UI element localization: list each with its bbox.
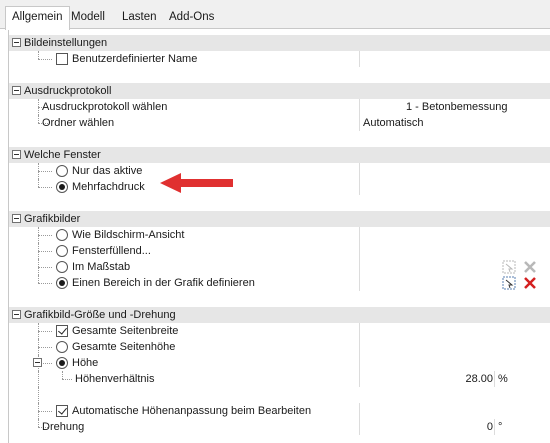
wie-bildschirm-radio[interactable] <box>56 229 68 241</box>
wie-bildschirm-label: Wie Bildschirm-Ansicht <box>72 229 185 241</box>
collapse-icon[interactable] <box>12 214 21 223</box>
row-hoehenverhaeltnis: Höhenverhältnis 28.00 % <box>9 371 550 387</box>
drehung-label: Drehung <box>42 421 85 433</box>
section-welche-fenster[interactable]: Welche Fenster <box>9 147 550 163</box>
folder-select[interactable]: Automatisch <box>363 115 424 131</box>
mehrfachdruck-label: Mehrfachdruck <box>72 181 145 193</box>
collapse-icon[interactable] <box>12 86 21 95</box>
collapse-icon[interactable] <box>12 38 21 47</box>
collapse-icon[interactable] <box>33 358 42 367</box>
im-massstab-radio[interactable] <box>56 261 68 273</box>
nur-aktive-radio[interactable] <box>56 165 68 177</box>
tab-modell[interactable]: Modell <box>64 6 112 29</box>
hoehenverhaeltnis-unit: % <box>498 373 508 385</box>
hoehenverhaeltnis-label: Höhenverhältnis <box>75 373 155 385</box>
mehrfachdruck-radio[interactable] <box>56 181 68 193</box>
hoehe-radio[interactable] <box>56 357 68 369</box>
section-grafikbilder[interactable]: Grafikbilder <box>9 211 550 227</box>
row-im-massstab: Im Maßstab <box>9 259 550 275</box>
hoehe-label: Höhe <box>72 357 99 369</box>
tab-bar: Allgemein Modell Lasten Add-Ons <box>0 0 550 30</box>
select-area-icon[interactable] <box>502 276 516 290</box>
custom-name-label: Benutzerdefinierter Name <box>72 53 198 65</box>
seitenhoehe-label: Gesamte Seitenhöhe <box>72 341 176 353</box>
delete-icon[interactable] <box>523 276 537 290</box>
tab-lasten[interactable]: Lasten <box>115 6 164 29</box>
collapse-icon[interactable] <box>12 150 21 159</box>
settings-panel: Bildeinstellungen Benutzerdefinierter Na… <box>8 30 550 443</box>
nur-aktive-label: Nur das aktive <box>72 165 143 177</box>
row-fensterfuellend: Fensterfüllend... <box>9 243 550 259</box>
red-arrow-annotation-icon <box>160 173 233 193</box>
protocol-label: Ausdruckprotokoll wählen <box>42 101 168 113</box>
row-bereich-definieren: Einen Bereich in der Grafik definieren <box>9 275 550 291</box>
custom-name-checkbox[interactable] <box>56 53 68 65</box>
tab-add-ons[interactable]: Add-Ons <box>162 6 221 29</box>
select-area-icon-disabled <box>502 260 516 274</box>
row-mehrfachdruck: Mehrfachdruck <box>9 179 550 195</box>
tab-allgemein[interactable]: Allgemein <box>5 6 70 30</box>
section-groesse-drehung[interactable]: Grafikbild-Größe und -Drehung <box>9 307 550 323</box>
auto-hoehe-label: Automatische Höhenanpassung beim Bearbei… <box>72 405 312 417</box>
row-seitenhoehe: Gesamte Seitenhöhe <box>9 339 550 355</box>
section-bildeinstellungen[interactable]: Bildeinstellungen <box>9 35 550 51</box>
seitenbreite-checkbox[interactable] <box>56 325 68 337</box>
folder-label: Ordner wählen <box>42 117 115 129</box>
row-protocol: Ausdruckprotokoll wählen 1 - Betonbemess… <box>9 99 550 115</box>
protocol-select[interactable]: 1 - Betonbemessung <box>406 99 508 115</box>
delete-icon-disabled <box>524 261 536 273</box>
hoehenverhaeltnis-input[interactable]: 28.00 <box>465 371 493 387</box>
row-nur-aktive: Nur das aktive <box>9 163 550 179</box>
fensterfuellend-label: Fensterfüllend... <box>72 245 151 257</box>
drehung-input[interactable]: 0 <box>487 419 493 435</box>
seitenhoehe-radio[interactable] <box>56 341 68 353</box>
seitenbreite-label: Gesamte Seitenbreite <box>72 325 179 337</box>
bereich-definieren-radio[interactable] <box>56 277 68 289</box>
row-folder: Ordner wählen Automatisch <box>9 115 550 131</box>
im-massstab-label: Im Maßstab <box>72 261 131 273</box>
bereich-definieren-label: Einen Bereich in der Grafik definieren <box>72 277 255 289</box>
row-auto-hoehe: Automatische Höhenanpassung beim Bearbei… <box>9 403 550 419</box>
collapse-icon[interactable] <box>12 310 21 319</box>
row-spacer <box>9 387 550 403</box>
row-custom-name: Benutzerdefinierter Name <box>9 51 550 67</box>
fensterfuellend-radio[interactable] <box>56 245 68 257</box>
drehung-unit: ° <box>498 421 503 433</box>
row-seitenbreite: Gesamte Seitenbreite <box>9 323 550 339</box>
row-drehung: Drehung 0 ° <box>9 419 550 435</box>
row-wie-bildschirm: Wie Bildschirm-Ansicht <box>9 227 550 243</box>
auto-hoehe-checkbox[interactable] <box>56 405 68 417</box>
section-ausdruckprotokoll[interactable]: Ausdruckprotokoll <box>9 83 550 99</box>
row-hoehe: Höhe <box>9 355 550 371</box>
